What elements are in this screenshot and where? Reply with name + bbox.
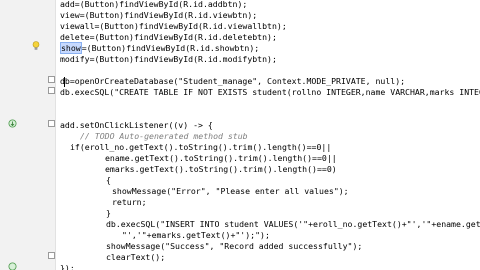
code-line[interactable]: emarks.getText().toString().trim().lengt… — [105, 164, 337, 175]
code-line-selected[interactable]: show=(Button)findViewById(R.id.showbtn); — [60, 42, 260, 54]
code-line[interactable]: add.setOnClickListener((v) -> { — [60, 120, 213, 131]
code-line[interactable]: "','"+emarks.getText()+"');"); — [122, 230, 270, 241]
code-line[interactable]: db=openOrCreateDatabase("Student_manage"… — [60, 76, 405, 87]
code-line[interactable]: showMessage("Error", "Please enter all v… — [112, 186, 349, 197]
fold-marker-icon[interactable] — [48, 120, 55, 127]
code-line[interactable]: clearText(); — [106, 252, 165, 263]
code-line[interactable]: delete=(Button)findViewById(R.id.deleteb… — [60, 32, 277, 43]
code-line[interactable]: view=(Button)findViewById(R.id.viewbtn); — [60, 10, 257, 21]
code-line[interactable]: viewall=(Button)findViewById(R.id.viewal… — [60, 21, 287, 32]
code-line[interactable]: db.execSQL("CREATE TABLE IF NOT EXISTS s… — [60, 87, 480, 98]
code-line[interactable]: ename.getText().toString().trim().length… — [105, 153, 337, 164]
code-line[interactable]: db.execSQL("INSERT INTO student VALUES('… — [106, 219, 480, 230]
comment-line[interactable]: // TODO Auto-generated method stub — [80, 131, 248, 142]
line-gutter[interactable] — [0, 0, 56, 270]
code-line[interactable]: showMessage("Success", "Record added suc… — [106, 241, 362, 252]
code-area[interactable]: add=(Button)findViewById(R.id.addbtn); v… — [60, 0, 480, 270]
selected-text[interactable]: show — [60, 42, 82, 54]
text-cursor — [64, 77, 65, 87]
fold-marker-icon[interactable] — [48, 252, 55, 259]
code-line[interactable]: } — [106, 208, 111, 219]
fold-marker-icon[interactable] — [48, 87, 55, 94]
fold-marker-icon[interactable] — [48, 76, 55, 83]
code-editor[interactable]: add=(Button)findViewById(R.id.addbtn); v… — [0, 0, 480, 270]
code-line[interactable]: }); — [60, 263, 75, 270]
code-line-rest: =(Button)findViewById(R.id.showbtn); — [81, 43, 260, 53]
code-line[interactable]: add=(Button)findViewById(R.id.addbtn); — [60, 0, 247, 10]
code-line[interactable]: { — [106, 175, 111, 186]
code-line[interactable]: modify=(Button)findViewById(R.id.modifyb… — [60, 54, 277, 65]
override-method-icon[interactable] — [8, 119, 17, 128]
code-line[interactable]: if(eroll_no.getText().toString().trim().… — [70, 142, 331, 153]
code-line[interactable]: return; — [112, 197, 147, 208]
override-method-icon[interactable] — [8, 262, 17, 270]
intention-bulb-icon[interactable] — [32, 41, 40, 51]
